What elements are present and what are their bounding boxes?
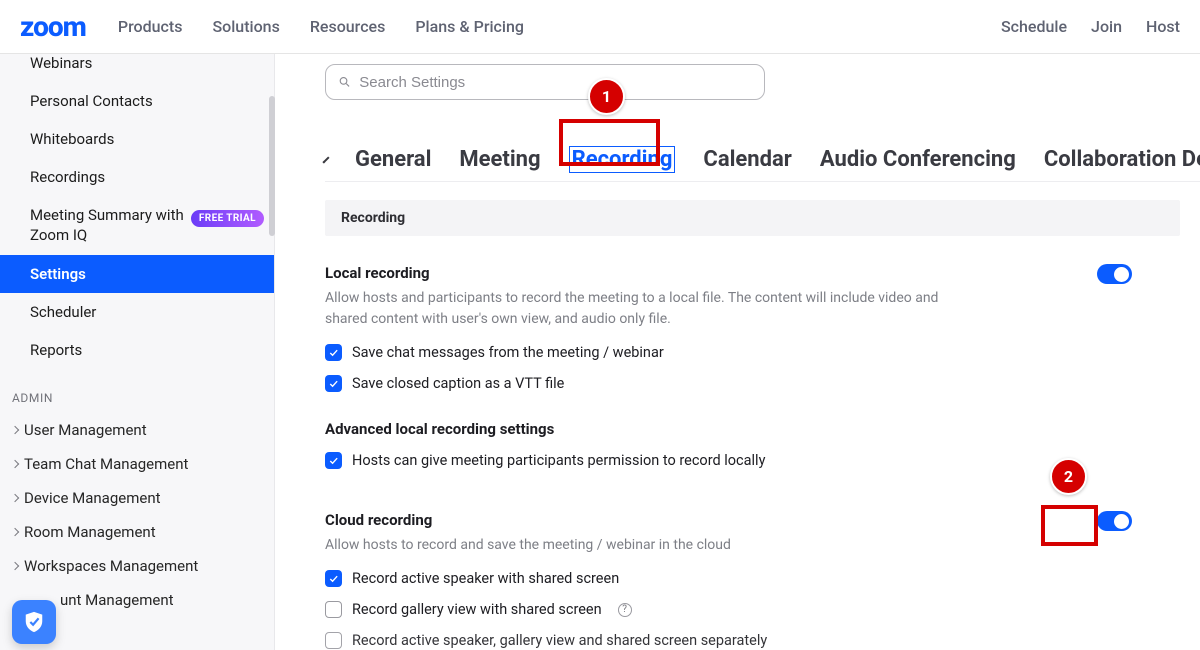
nav-solutions[interactable]: Solutions <box>212 17 279 36</box>
chk-hosts-permission[interactable] <box>325 452 342 469</box>
nav-left: Products Solutions Resources Plans & Pri… <box>118 17 1001 36</box>
admin-item-label: Room Management <box>24 523 156 541</box>
admin-item-workspaces-management[interactable]: Workspaces Management <box>0 549 274 583</box>
cloud-recording-desc: Allow hosts to record and save the meeti… <box>325 535 965 556</box>
local-recording-title: Local recording <box>325 264 1160 282</box>
sidebar-item-whiteboards[interactable]: Whiteboards <box>0 120 274 158</box>
sidebar-item-label: Reports <box>30 341 82 359</box>
setting-local-recording: Local recording Allow hosts and particip… <box>325 264 1200 469</box>
nav-plans-pricing[interactable]: Plans & Pricing <box>415 17 524 36</box>
chevron-right-icon <box>11 494 19 502</box>
settings-tabs: General Meeting Recording Calendar Audio… <box>325 146 1200 182</box>
check-icon <box>328 378 339 389</box>
admin-item-label: Workspaces Management <box>24 557 198 575</box>
check-icon <box>328 347 339 358</box>
chk-hosts-permission-label: Hosts can give meeting participants perm… <box>352 452 765 469</box>
support-shield-button[interactable] <box>12 600 56 644</box>
nav-resources[interactable]: Resources <box>310 17 386 36</box>
local-recording-toggle[interactable] <box>1097 264 1132 284</box>
sidebar-heading-admin: ADMIN <box>0 369 274 413</box>
check-icon <box>328 455 339 466</box>
top-header: zoom Products Solutions Resources Plans … <box>0 0 1200 54</box>
admin-item-label: Device Management <box>24 489 161 507</box>
advanced-local-title: Advanced local recording settings <box>325 420 1160 438</box>
chk-save-chat-label: Save chat messages from the meeting / we… <box>352 344 664 361</box>
sidebar-item-label: Webinars <box>30 54 92 72</box>
sidebar-item-recordings[interactable]: Recordings <box>0 158 274 196</box>
chk-record-separately-label: Record active speaker, gallery view and … <box>352 632 767 649</box>
tab-general[interactable]: General <box>355 147 431 172</box>
search-settings-input[interactable] <box>359 74 752 91</box>
tab-audio-conferencing[interactable]: Audio Conferencing <box>820 147 1016 172</box>
nav-right: Schedule Join Host <box>1001 17 1180 36</box>
tab-calendar[interactable]: Calendar <box>703 147 791 172</box>
zoom-logo: zoom <box>20 10 86 43</box>
help-icon[interactable]: ? <box>618 603 632 617</box>
chk-record-gallery[interactable] <box>325 601 342 618</box>
nav-join[interactable]: Join <box>1091 17 1122 36</box>
annotation-2: 2 <box>1050 458 1087 495</box>
admin-item-label: Team Chat Management <box>24 455 188 473</box>
admin-item-account-management-cut[interactable]: unt Management <box>48 583 274 617</box>
sidebar-item-meeting-summary[interactable]: Meeting Summary with Zoom IQ FREE TRIAL <box>0 196 274 255</box>
sidebar-item-settings[interactable]: Settings <box>0 255 274 293</box>
chk-record-separately[interactable] <box>325 632 342 649</box>
annotation-rect-2 <box>1041 505 1098 546</box>
chk-save-cc-label: Save closed caption as a VTT file <box>352 375 564 392</box>
cloud-recording-toggle[interactable] <box>1097 511 1132 531</box>
local-recording-desc: Allow hosts and participants to record t… <box>325 288 965 330</box>
tabs-scroll-left-icon[interactable] <box>322 156 329 163</box>
annotation-1: 1 <box>588 78 625 115</box>
annotation-rect-1 <box>559 119 660 166</box>
chk-record-active-speaker[interactable] <box>325 570 342 587</box>
tab-meeting[interactable]: Meeting <box>459 147 540 172</box>
sidebar-item-webinars[interactable]: Webinars <box>0 54 274 82</box>
free-trial-badge: FREE TRIAL <box>191 210 264 227</box>
nav-schedule[interactable]: Schedule <box>1001 17 1067 36</box>
tab-collab-devices[interactable]: Collaboration Devices <box>1044 147 1200 172</box>
admin-item-team-chat-management[interactable]: Team Chat Management <box>0 447 274 481</box>
section-bar-recording: Recording <box>325 200 1180 236</box>
admin-item-room-management[interactable]: Room Management <box>0 515 274 549</box>
sidebar-item-reports[interactable]: Reports <box>0 331 274 369</box>
shield-icon <box>23 610 45 634</box>
sidebar-item-label: Recordings <box>30 168 105 186</box>
sidebar-item-label: Scheduler <box>30 303 96 321</box>
admin-item-user-management[interactable]: User Management <box>0 413 274 447</box>
sidebar-item-label: Meeting Summary with Zoom IQ <box>30 206 204 245</box>
chevron-right-icon <box>11 426 19 434</box>
check-icon <box>328 573 339 584</box>
chevron-right-icon <box>11 562 19 570</box>
sidebar-item-label: Personal Contacts <box>30 92 153 110</box>
admin-item-label: unt Management <box>60 591 174 609</box>
sidebar-item-label: Settings <box>30 265 86 283</box>
chk-record-active-speaker-label: Record active speaker with shared screen <box>352 570 619 587</box>
admin-item-label: User Management <box>24 421 147 439</box>
main-pane: General Meeting Recording Calendar Audio… <box>275 54 1200 650</box>
chk-save-chat[interactable] <box>325 344 342 361</box>
search-icon <box>338 75 351 89</box>
chk-save-cc[interactable] <box>325 375 342 392</box>
admin-item-device-management[interactable]: Device Management <box>0 481 274 515</box>
sidebar-item-personal-contacts[interactable]: Personal Contacts <box>0 82 274 120</box>
nav-products[interactable]: Products <box>118 17 183 36</box>
search-settings-input-wrap[interactable] <box>325 64 765 100</box>
sidebar-item-scheduler[interactable]: Scheduler <box>0 293 274 331</box>
left-sidebar: Webinars Personal Contacts Whiteboards R… <box>0 54 275 650</box>
sidebar-item-label: Whiteboards <box>30 130 114 148</box>
nav-host[interactable]: Host <box>1146 17 1180 36</box>
chevron-right-icon <box>11 460 19 468</box>
chevron-right-icon <box>11 528 19 536</box>
cloud-recording-title: Cloud recording <box>325 511 1160 529</box>
chk-record-gallery-label: Record gallery view with shared screen <box>352 601 602 618</box>
